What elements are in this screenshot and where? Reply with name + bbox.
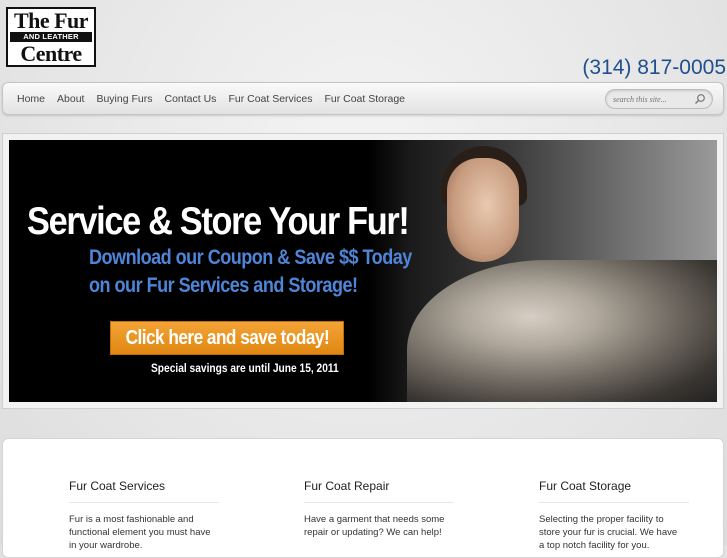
phone-number: (314) 817-0005 <box>582 56 726 79</box>
banner-subheadline-1: Download our Coupon & Save $$ Today <box>89 246 412 269</box>
logo-line-3: Centre <box>20 41 82 66</box>
nav-item-fur-coat-services[interactable]: Fur Coat Services <box>228 93 312 105</box>
column-storage-text: Selecting the proper facility to store y… <box>539 514 678 551</box>
search-icon[interactable] <box>694 93 706 105</box>
site-logo[interactable]: The Fur AND LEATHER Centre <box>6 7 96 67</box>
banner-headline: Service & Store Your Fur! <box>27 200 410 243</box>
nav-item-about[interactable]: About <box>57 93 84 105</box>
nav-item-fur-coat-storage[interactable]: Fur Coat Storage <box>324 93 405 105</box>
search-input[interactable] <box>613 92 691 106</box>
nav-item-home[interactable]: Home <box>17 93 45 105</box>
model-face <box>447 158 519 262</box>
nav-item-buying-furs[interactable]: Buying Furs <box>96 93 152 105</box>
search-box <box>605 89 713 109</box>
fur-coat-image <box>407 260 717 402</box>
promo-banner-frame: Service & Store Your Fur! Download our C… <box>2 133 724 409</box>
logo-line-1: The Fur <box>13 8 89 33</box>
column-storage-title[interactable]: Fur Coat Storage <box>539 479 699 493</box>
model-photo <box>369 140 717 402</box>
feature-columns: Fur Coat Services Fur is a most fashiona… <box>2 438 724 558</box>
column-services: Fur Coat Services Fur is a most fashiona… <box>69 479 229 552</box>
nav-menu: Home About Buying Furs Contact Us Fur Co… <box>17 93 405 105</box>
promo-banner[interactable]: Service & Store Your Fur! Download our C… <box>9 140 717 402</box>
column-services-text: Fur is a most fashionable and functional… <box>69 514 211 551</box>
divider <box>539 502 689 503</box>
banner-subheadline-2: on our Fur Services and Storage! <box>89 274 358 297</box>
savings-deadline-note: Special savings are until June 15, 2011 <box>151 361 339 375</box>
nav-item-contact-us[interactable]: Contact Us <box>165 93 217 105</box>
save-today-label: Click here and save today! <box>125 326 329 349</box>
save-today-button[interactable]: Click here and save today! <box>110 321 344 355</box>
divider <box>69 502 219 503</box>
column-repair-text: Have a garment that needs some repair or… <box>304 514 445 538</box>
column-repair: Fur Coat Repair Have a garment that need… <box>304 479 464 539</box>
divider <box>304 502 454 503</box>
column-storage: Fur Coat Storage Selecting the proper fa… <box>539 479 699 552</box>
column-repair-title[interactable]: Fur Coat Repair <box>304 479 464 493</box>
column-services-title[interactable]: Fur Coat Services <box>69 479 229 493</box>
main-navbar: Home About Buying Furs Contact Us Fur Co… <box>2 82 724 115</box>
